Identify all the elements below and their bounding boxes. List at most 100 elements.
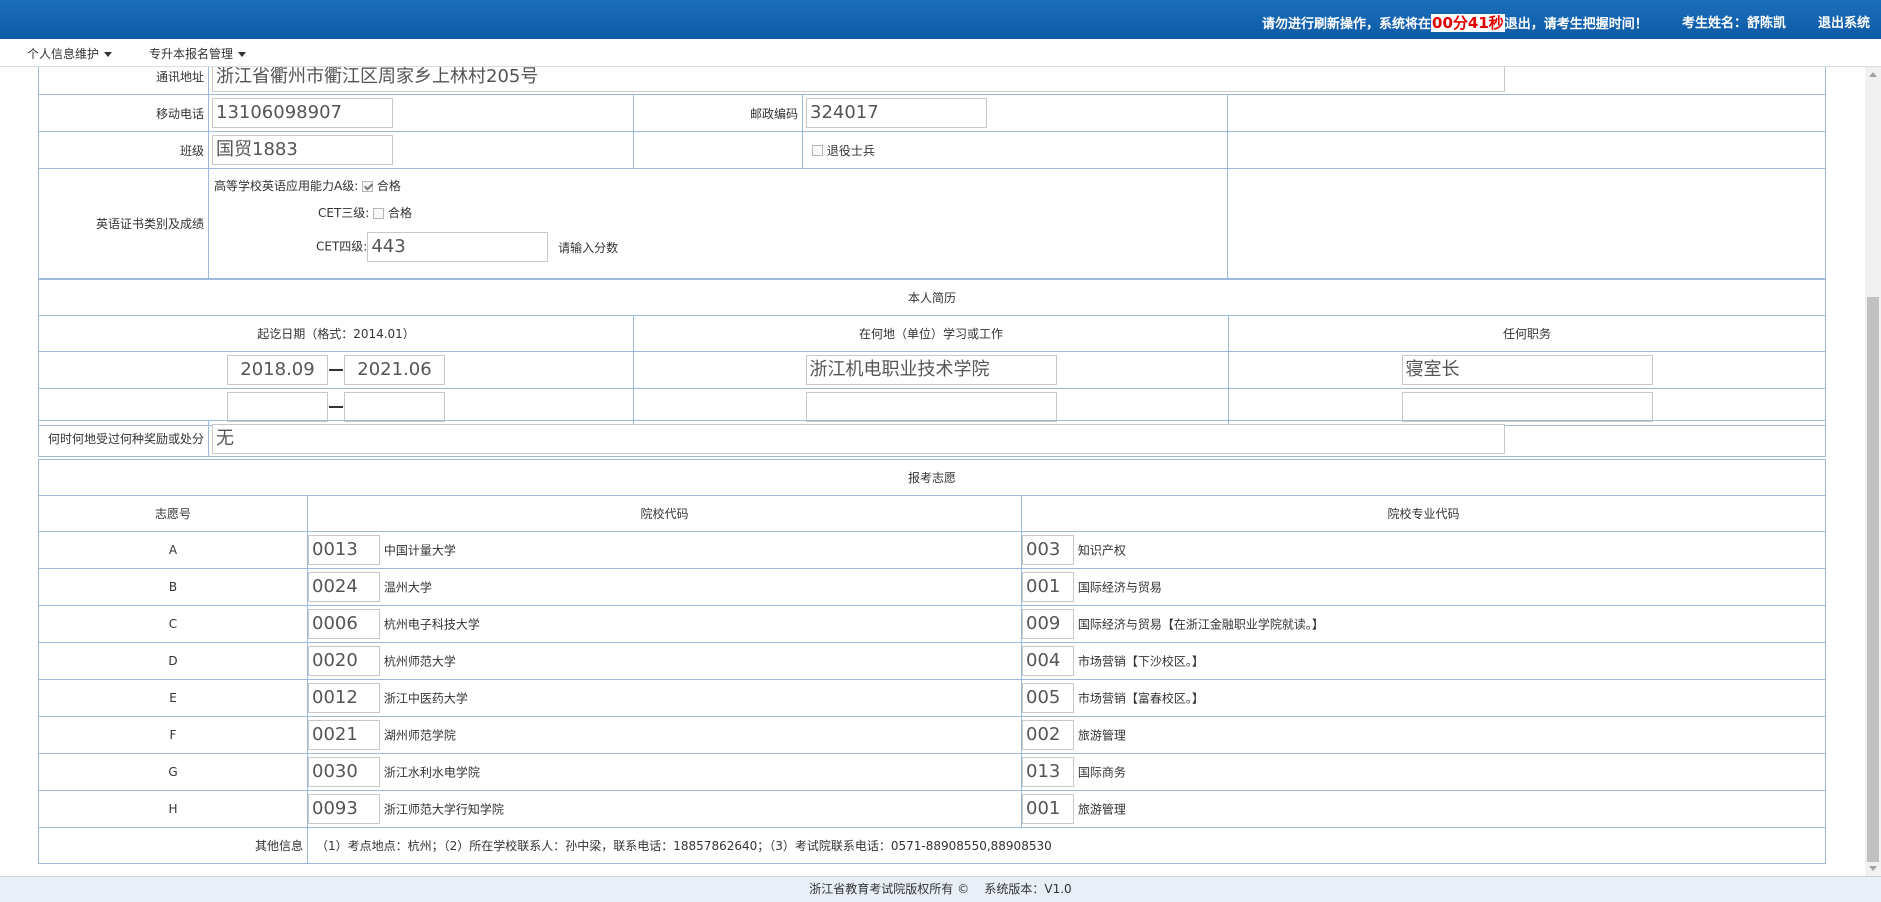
address-row: 通讯地址 浙江省衢州市衢江区周家乡上林村205号 xyxy=(38,67,1826,95)
school-code-input[interactable]: 0030 xyxy=(308,757,380,787)
cet4-score-input[interactable]: 443 xyxy=(367,232,549,262)
choice-no: G xyxy=(38,753,308,791)
scrollbar-thumb[interactable] xyxy=(1867,297,1879,862)
major-code-input[interactable]: 001 xyxy=(1022,572,1074,602)
english-label: 英语证书类别及成绩 xyxy=(38,168,209,279)
school-code-input[interactable]: 0006 xyxy=(308,609,380,639)
resume-end-input[interactable] xyxy=(344,392,445,422)
english-a-row: 高等学校英语应用能力A级: 合格 xyxy=(214,173,1223,200)
major-name: 国际商务 xyxy=(1077,765,1126,780)
scroll-up-arrow-icon[interactable] xyxy=(1869,72,1877,77)
choices-col-major: 院校专业代码 xyxy=(1020,495,1827,532)
school-name: 浙江中医药大学 xyxy=(383,691,468,706)
major-name: 旅游管理 xyxy=(1077,802,1126,817)
major-name: 国际经济与贸易【在浙江金融职业学院就读。】 xyxy=(1077,617,1324,632)
major-code-input[interactable]: 013 xyxy=(1022,757,1074,787)
footer-version: 系统版本：V1.0 xyxy=(984,882,1072,896)
major-code-input[interactable]: 005 xyxy=(1022,683,1074,713)
resume-place-input[interactable] xyxy=(805,392,1057,422)
choices-header-row: 志愿号 院校代码 院校专业代码 xyxy=(38,495,1827,532)
cet4-label: CET四级: xyxy=(316,239,368,254)
personal-info-table: 通讯地址 浙江省衢州市衢江区周家乡上林村205号 移动电话 1310609890… xyxy=(38,67,1826,279)
resume-position-input[interactable] xyxy=(1401,392,1653,422)
logout-button[interactable]: 退出系统 xyxy=(1818,12,1870,31)
resume-col-position: 任何职务 xyxy=(1227,315,1827,352)
veteran-label: 退役士兵 xyxy=(826,143,875,158)
warning-text-prefix: 请勿进行刷新操作，系统将在 xyxy=(1262,17,1432,32)
choice-row: G 0030 浙江水利水电学院 013 国际商务 xyxy=(38,753,1827,791)
menu-registration[interactable]: 专升本报名管理 xyxy=(149,45,247,62)
school-code-input[interactable]: 0024 xyxy=(308,572,380,602)
veteran-checkbox[interactable] xyxy=(812,144,823,156)
major-code-input[interactable]: 009 xyxy=(1022,609,1074,639)
menu-personal-info-label: 个人信息维护 xyxy=(27,47,100,61)
school-name: 温州大学 xyxy=(383,580,432,595)
school-code-input[interactable]: 0020 xyxy=(308,646,380,676)
school-code-input[interactable]: 0021 xyxy=(308,720,380,750)
date-dash xyxy=(329,369,343,371)
resume-position-input[interactable]: 寝室长 xyxy=(1401,355,1653,385)
major-code-input[interactable]: 003 xyxy=(1022,535,1074,565)
choice-no: C xyxy=(38,605,308,643)
choices-col-no: 志愿号 xyxy=(38,495,308,532)
resume-start-input[interactable]: 2018.09 xyxy=(227,355,328,385)
class-input[interactable]: 国贸1883 xyxy=(212,135,393,165)
resume-place-input[interactable]: 浙江机电职业技术学院 xyxy=(805,355,1057,385)
postcode-input[interactable]: 324017 xyxy=(806,98,987,128)
school-name: 杭州电子科技大学 xyxy=(383,617,480,632)
choice-row: C 0006 杭州电子科技大学 009 国际经济与贸易【在浙江金融职业学院就读。】 xyxy=(38,605,1827,643)
awards-input[interactable]: 无 xyxy=(212,423,1505,454)
cet3-row: CET三级: 合格 xyxy=(214,200,1223,227)
warning-text-suffix: 退出，请考生把握时间！ xyxy=(1504,17,1648,32)
english-a-label: 高等学校英语应用能力A级: xyxy=(214,179,359,193)
cet4-row: CET四级: 443 请输入分数 xyxy=(214,232,1223,262)
major-name: 知识产权 xyxy=(1077,543,1126,558)
choice-no: E xyxy=(38,679,308,717)
other-info-text: （1）考点地点：杭州；（2）所在学校联系人：孙中梁，联系电话：188578626… xyxy=(306,827,1827,864)
resume-row: 2018.09 2021.06 浙江机电职业技术学院 寝室长 xyxy=(38,351,1827,389)
choice-row: E 0012 浙江中医药大学 005 市场营销【富春校区。】 xyxy=(38,679,1827,717)
address-label: 通讯地址 xyxy=(38,67,209,95)
mobile-input[interactable]: 13106098907 xyxy=(212,98,393,128)
choice-no: H xyxy=(38,790,308,828)
class-label: 班级 xyxy=(38,131,209,169)
school-code-input[interactable]: 0093 xyxy=(308,794,380,824)
awards-row: 何时何地受过何种奖励或处分 无 xyxy=(38,420,1826,457)
cet4-hint: 请输入分数 xyxy=(558,240,619,255)
menu-personal-info[interactable]: 个人信息维护 xyxy=(27,45,113,62)
cet3-label: CET三级: xyxy=(318,206,370,220)
english-a-checkbox[interactable] xyxy=(362,181,374,192)
choice-no: F xyxy=(38,716,308,754)
choice-rows: A 0013 中国计量大学 003 知识产权 B 0024 温州大学 001 国际经济与贸… xyxy=(38,531,1827,828)
form-content: 通讯地址 浙江省衢州市衢江区周家乡上林村205号 移动电话 1310609890… xyxy=(0,67,1865,876)
resume-start-input[interactable] xyxy=(227,392,328,422)
resume-col-dates: 起讫日期（格式：2014.01） xyxy=(38,315,634,352)
vertical-scrollbar[interactable] xyxy=(1865,67,1881,876)
menu-registration-label: 专升本报名管理 xyxy=(149,47,234,61)
major-code-input[interactable]: 002 xyxy=(1022,720,1074,750)
chevron-down-icon xyxy=(238,52,247,57)
resume-table: 本人简历 起讫日期（格式：2014.01） 在何地（单位）学习或工作 任何职务 … xyxy=(37,279,1827,426)
chevron-down-icon xyxy=(104,52,113,57)
school-name: 浙江水利水电学院 xyxy=(383,765,480,780)
address-input[interactable]: 浙江省衢州市衢江区周家乡上林村205号 xyxy=(212,67,1505,92)
menu-bar: 个人信息维护 专升本报名管理 xyxy=(0,39,1881,67)
choice-no: D xyxy=(38,642,308,680)
major-name: 旅游管理 xyxy=(1077,728,1126,743)
major-code-input[interactable]: 004 xyxy=(1022,646,1074,676)
choice-row: H 0093 浙江师范大学行知学院 001 旅游管理 xyxy=(38,790,1827,828)
school-code-input[interactable]: 0013 xyxy=(308,535,380,565)
school-name: 浙江师范大学行知学院 xyxy=(383,802,504,817)
other-info-row: 其他信息 （1）考点地点：杭州；（2）所在学校联系人：孙中梁，联系电话：1885… xyxy=(38,827,1827,864)
footer: 浙江省教育考试院版权所有 © 系统版本：V1.0 xyxy=(0,876,1881,902)
choices-table: 报考志愿 志愿号 院校代码 院校专业代码 A 0013 中国计量大学 003 知识产… xyxy=(37,459,1827,864)
school-code-input[interactable]: 0012 xyxy=(308,683,380,713)
choice-no: A xyxy=(38,531,308,569)
scroll-down-arrow-icon[interactable] xyxy=(1869,866,1877,871)
resume-col-place: 在何地（单位）学习或工作 xyxy=(633,315,1229,352)
other-info-label: 其他信息 xyxy=(38,827,308,864)
resume-end-input[interactable]: 2021.06 xyxy=(344,355,445,385)
choice-row: D 0020 杭州师范大学 004 市场营销【下沙校区。】 xyxy=(38,642,1827,680)
major-code-input[interactable]: 001 xyxy=(1022,794,1074,824)
cet3-checkbox[interactable] xyxy=(373,208,385,219)
